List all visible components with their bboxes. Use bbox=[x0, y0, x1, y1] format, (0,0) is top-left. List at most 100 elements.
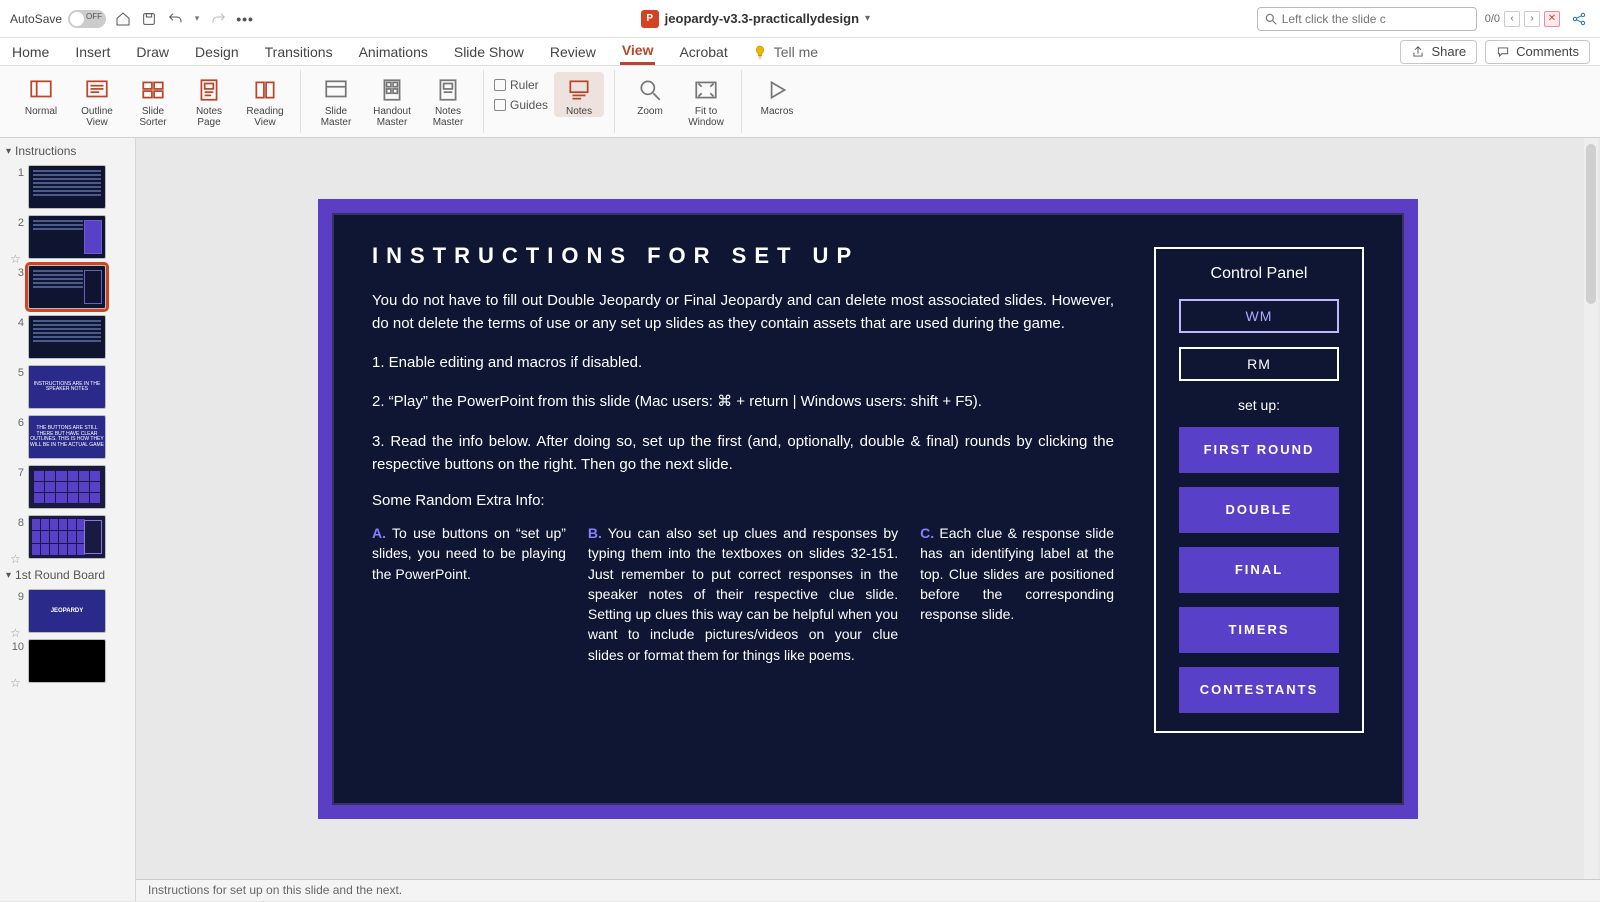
slide-three-columns[interactable]: A. To use buttons on “set up” slides, yo… bbox=[372, 523, 1114, 665]
more-icon[interactable]: ••• bbox=[236, 10, 254, 28]
search-prev-button[interactable]: ‹ bbox=[1504, 11, 1520, 27]
comment-icon bbox=[1496, 45, 1510, 59]
document-title[interactable]: P jeopardy-v3.3-practicallydesign ▾ bbox=[262, 10, 1249, 28]
slide-panel[interactable]: ▾ Instructions 1 2 ☆ 3 4 5 INSTRUCTIONS … bbox=[0, 138, 136, 901]
chevron-down-icon[interactable]: ▾ bbox=[865, 13, 870, 24]
thumbnail-1[interactable] bbox=[28, 165, 106, 209]
thumbnail-3[interactable] bbox=[28, 265, 106, 309]
section-instructions[interactable]: ▾ Instructions bbox=[0, 138, 135, 162]
ruler-checkbox[interactable]: Ruler bbox=[494, 78, 548, 92]
tell-me[interactable]: Tell me bbox=[752, 44, 818, 60]
autosave-switch[interactable]: OFF bbox=[68, 10, 106, 28]
colC-text: Each clue & response slide has an identi… bbox=[920, 525, 1114, 622]
thumb-row-8[interactable]: 8 ☆ bbox=[0, 512, 135, 562]
thumb-row-5[interactable]: 5 INSTRUCTIONS ARE IN THE SPEAKER NOTES bbox=[0, 362, 135, 412]
double-button[interactable]: DOUBLE bbox=[1179, 487, 1339, 533]
home-icon[interactable] bbox=[114, 10, 132, 28]
autosave-state: OFF bbox=[86, 12, 102, 21]
timers-button[interactable]: TIMERS bbox=[1179, 607, 1339, 653]
undo-icon[interactable] bbox=[166, 10, 184, 28]
undo-dropdown-icon[interactable]: ▾ bbox=[192, 10, 202, 28]
tab-view[interactable]: View bbox=[620, 38, 656, 65]
macros-button[interactable]: Macros bbox=[752, 72, 802, 117]
group-zoom: Zoom Fit to Window bbox=[615, 70, 742, 133]
redo-icon[interactable] bbox=[210, 10, 228, 28]
save-icon[interactable] bbox=[140, 10, 158, 28]
zoom-button[interactable]: Zoom bbox=[625, 72, 675, 117]
setup-label: set up: bbox=[1238, 397, 1280, 413]
thumb-row-6[interactable]: 6 THE BUTTONS ARE STILL THERE BUT HAVE C… bbox=[0, 412, 135, 462]
thumb-number: 10 bbox=[10, 639, 24, 653]
slide-sorter-button[interactable]: Slide Sorter bbox=[128, 72, 178, 128]
tab-review[interactable]: Review bbox=[548, 40, 598, 64]
share-quick-icon[interactable] bbox=[1568, 8, 1590, 30]
tab-design[interactable]: Design bbox=[193, 40, 241, 64]
fit-to-window-label: Fit to Window bbox=[688, 106, 724, 128]
slide-extra-heading[interactable]: Some Random Extra Info: bbox=[372, 492, 1114, 509]
final-button[interactable]: FINAL bbox=[1179, 547, 1339, 593]
thumb-number: 7 bbox=[10, 465, 24, 479]
animation-star-icon: ☆ bbox=[10, 552, 21, 566]
tab-transitions[interactable]: Transitions bbox=[263, 40, 335, 64]
thumbnail-4[interactable] bbox=[28, 315, 106, 359]
thumbnail-2[interactable] bbox=[28, 215, 106, 259]
thumb-row-3[interactable]: 3 bbox=[0, 262, 135, 312]
tab-draw[interactable]: Draw bbox=[134, 40, 171, 64]
thumbnail-7[interactable] bbox=[28, 465, 106, 509]
ribbon: Normal Outline View Slide Sorter Notes P… bbox=[0, 66, 1600, 138]
thumb-row-9[interactable]: 9 JEOPARDY ☆ bbox=[0, 586, 135, 636]
thumb-row-1[interactable]: 1 bbox=[0, 162, 135, 212]
slide-paragraph-2[interactable]: 1. Enable editing and macros if disabled… bbox=[372, 351, 1114, 374]
outline-view-button[interactable]: Outline View bbox=[72, 72, 122, 128]
search-bar[interactable] bbox=[1257, 7, 1477, 31]
notes-button[interactable]: Notes bbox=[554, 72, 604, 117]
first-round-button[interactable]: FIRST ROUND bbox=[1179, 427, 1339, 473]
thumbnail-5[interactable]: INSTRUCTIONS ARE IN THE SPEAKER NOTES bbox=[28, 365, 106, 409]
tab-home[interactable]: Home bbox=[10, 40, 51, 64]
colA-label: A. bbox=[372, 525, 386, 541]
tab-slide-show[interactable]: Slide Show bbox=[452, 40, 526, 64]
handout-master-button[interactable]: Handout Master bbox=[367, 72, 417, 128]
tab-animations[interactable]: Animations bbox=[357, 40, 430, 64]
slide-canvas[interactable]: INSTRUCTIONS FOR SET UP You do not have … bbox=[318, 199, 1418, 819]
notes-text[interactable]: Instructions for set up on this slide an… bbox=[148, 883, 402, 897]
notes-pane[interactable]: Instructions for set up on this slide an… bbox=[136, 879, 1600, 901]
guides-checkbox[interactable]: Guides bbox=[494, 98, 548, 112]
rm-button[interactable]: RM bbox=[1179, 347, 1339, 381]
slide-paragraph-1[interactable]: You do not have to fill out Double Jeopa… bbox=[372, 289, 1114, 336]
share-label: Share bbox=[1431, 44, 1466, 59]
thumb-row-2[interactable]: 2 ☆ bbox=[0, 212, 135, 262]
search-next-button[interactable]: › bbox=[1524, 11, 1540, 27]
autosave-toggle[interactable]: AutoSave OFF bbox=[10, 10, 106, 28]
scrollbar-thumb[interactable] bbox=[1586, 144, 1596, 304]
slide-master-button[interactable]: Slide Master bbox=[311, 72, 361, 128]
share-button[interactable]: Share bbox=[1400, 40, 1477, 64]
ruler-label: Ruler bbox=[510, 78, 539, 92]
notes-master-button[interactable]: Notes Master bbox=[423, 72, 473, 128]
fit-to-window-button[interactable]: Fit to Window bbox=[681, 72, 731, 128]
colC-label: C. bbox=[920, 525, 934, 541]
tab-insert[interactable]: Insert bbox=[73, 40, 112, 64]
thumb-row-10[interactable]: 10 ☆ bbox=[0, 636, 135, 686]
thumbnail-10[interactable] bbox=[28, 639, 106, 683]
thumbnail-6[interactable]: THE BUTTONS ARE STILL THERE BUT HAVE CLE… bbox=[28, 415, 106, 459]
vertical-scrollbar[interactable] bbox=[1584, 138, 1598, 879]
wm-button[interactable]: WM bbox=[1179, 299, 1339, 333]
slide-stage[interactable]: INSTRUCTIONS FOR SET UP You do not have … bbox=[136, 138, 1600, 879]
group-show: Ruler Guides Notes bbox=[484, 70, 615, 133]
contestants-button[interactable]: CONTESTANTS bbox=[1179, 667, 1339, 713]
search-clear-button[interactable]: ✕ bbox=[1544, 11, 1560, 27]
slide-paragraph-3[interactable]: 2. “Play” the PowerPoint from this slide… bbox=[372, 390, 1114, 413]
normal-view-button[interactable]: Normal bbox=[16, 72, 66, 117]
thumb-row-4[interactable]: 4 bbox=[0, 312, 135, 362]
thumb-row-7[interactable]: 7 bbox=[0, 462, 135, 512]
slide-title[interactable]: INSTRUCTIONS FOR SET UP bbox=[372, 243, 1114, 269]
search-input[interactable] bbox=[1282, 12, 1470, 26]
tab-acrobat[interactable]: Acrobat bbox=[677, 40, 729, 64]
slide-paragraph-4[interactable]: 3. Read the info below. After doing so, … bbox=[372, 430, 1114, 477]
notes-page-button[interactable]: Notes Page bbox=[184, 72, 234, 128]
thumbnail-8[interactable] bbox=[28, 515, 106, 559]
comments-button[interactable]: Comments bbox=[1485, 40, 1590, 64]
thumbnail-9[interactable]: JEOPARDY bbox=[28, 589, 106, 633]
reading-view-button[interactable]: Reading View bbox=[240, 72, 290, 128]
